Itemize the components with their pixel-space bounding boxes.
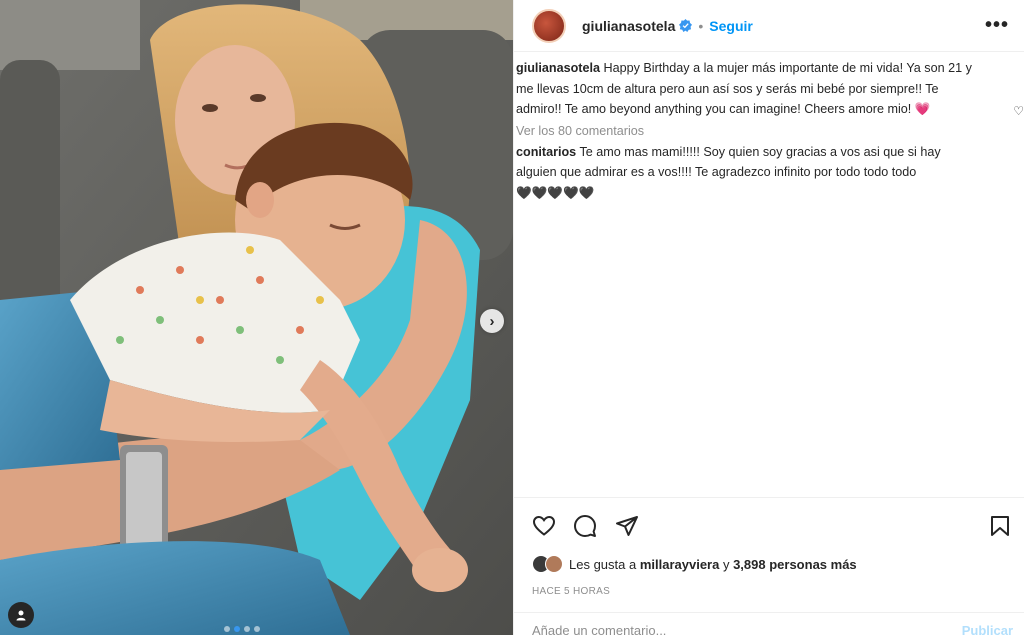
comment-line: Te amo mas mami!!!!! Soy quien soy graci… [579, 144, 941, 159]
paper-plane-icon[interactable] [615, 514, 639, 538]
more-options-icon[interactable]: ••• [985, 14, 1009, 37]
carousel-dot [244, 626, 250, 632]
post-caption: giulianasotela Happy Birthday a la mujer… [516, 58, 1024, 120]
comment-like-icon[interactable]: ♡ [1013, 104, 1024, 118]
comment-line: alguien que admirar es a vos!!!! Te agra… [516, 165, 917, 179]
comment-item: conitarios Te amo mas mami!!!!! Soy quie… [516, 142, 1024, 204]
user-tag-icon [16, 610, 26, 621]
bookmark-icon[interactable] [988, 514, 1012, 538]
comments-section: giulianasotela Happy Birthday a la mujer… [516, 58, 1024, 203]
next-slide-button[interactable]: › [480, 309, 504, 333]
avatar[interactable] [532, 8, 566, 43]
photo-image [0, 0, 513, 635]
caption-line: Happy Birthday a la mujer más importante… [603, 61, 972, 75]
follow-button[interactable]: Seguir [709, 18, 753, 34]
chevron-right-icon: › [489, 312, 495, 330]
carousel-dot [254, 626, 260, 632]
carousel-indicator [224, 626, 260, 632]
carousel-dot-active [234, 626, 240, 632]
verified-badge-icon [679, 19, 693, 32]
likes-summary: Les gusta a millarayviera y 3,898 person… [532, 555, 857, 573]
caption-line: me llevas 10cm de altura pero aun así so… [516, 81, 939, 96]
header-separator: • [698, 17, 704, 34]
caption-username[interactable]: giulianasotela [516, 61, 600, 75]
tagged-users-button[interactable] [8, 602, 34, 628]
post-header: giulianasotela • Seguir ••• [514, 0, 1024, 52]
view-all-comments-link[interactable]: Ver los 80 comentarios [516, 120, 1024, 142]
comment-input[interactable] [532, 623, 912, 635]
heart-icon[interactable] [532, 514, 556, 538]
publish-button[interactable]: Publicar [962, 623, 1013, 635]
likes-middle: y [719, 556, 734, 572]
comment-line: 🖤🖤🖤🖤🖤 [516, 185, 595, 200]
post-photo[interactable]: › [0, 0, 513, 635]
caption-line: admiro!! Te amo beyond anything you can … [516, 102, 931, 116]
liker-username[interactable]: millarayviera [640, 557, 720, 572]
header-username[interactable]: giulianasotela [582, 18, 675, 34]
comment-username[interactable]: conitarios [516, 145, 576, 159]
action-bar [514, 497, 1024, 557]
carousel-dot [224, 626, 230, 632]
likes-prefix: Les gusta a [569, 556, 640, 572]
comment-bubble-icon[interactable] [573, 514, 597, 538]
liker-avatar [545, 555, 563, 573]
add-comment-bar: Publicar [514, 612, 1024, 635]
post-timestamp[interactable]: HACE 5 HORAS [532, 586, 610, 597]
likes-count[interactable]: 3,898 personas más [733, 557, 857, 572]
post-details-panel: giulianasotela • Seguir ••• giulianasote… [513, 0, 1024, 635]
